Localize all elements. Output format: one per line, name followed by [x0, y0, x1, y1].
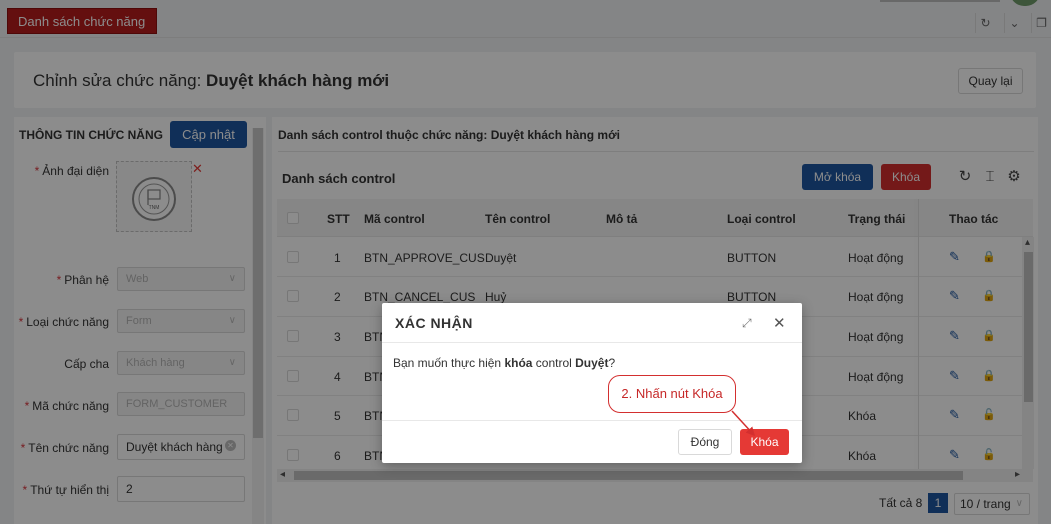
- dialog-message: Bạn muốn thực hiện khóa control Duyệt?: [393, 356, 616, 370]
- dialog-title: XÁC NHẬN: [395, 315, 473, 331]
- maximize-icon[interactable]: ⤢: [742, 316, 752, 331]
- annotation-arrow: [731, 410, 756, 437]
- dialog-divider: [382, 342, 802, 343]
- close-icon[interactable]: ✕: [773, 314, 786, 332]
